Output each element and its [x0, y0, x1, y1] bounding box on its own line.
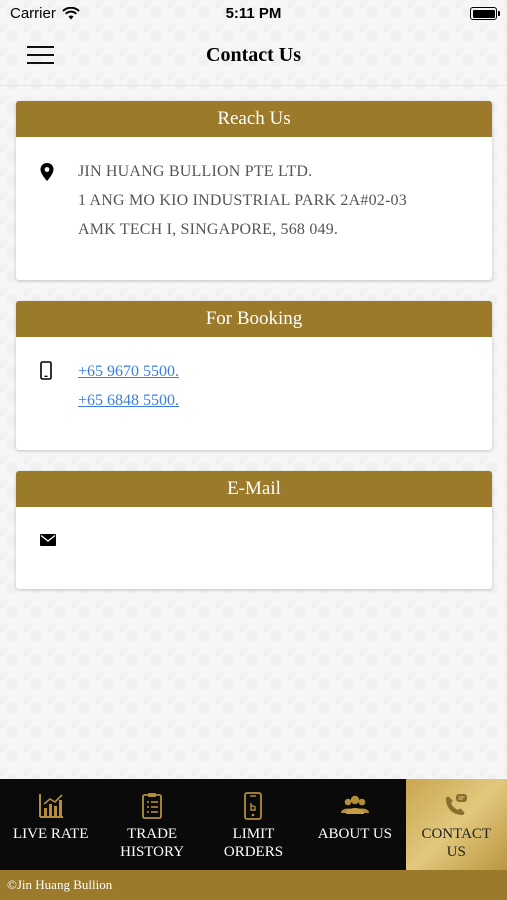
bar-chart-icon [38, 794, 63, 818]
tab-trade-history-label-2: HISTORY [120, 844, 185, 860]
tab-about-us[interactable]: ABOUT US [304, 779, 405, 870]
tab-live-rate[interactable]: LIVE RATE [0, 779, 101, 870]
reach-us-card: Reach Us JIN HUANG BULLION PTE LTD. 1 AN… [16, 101, 492, 280]
address-line-1: JIN HUANG BULLION PTE LTD. [78, 163, 313, 180]
tab-contact-us[interactable]: CONTACT US [405, 779, 507, 870]
address-line-3: AMK TECH I, SINGAPORE, 568 049. [78, 221, 339, 238]
tab-limit-orders[interactable]: LIMIT ORDERS [203, 779, 304, 870]
clock: 5:11 PM [225, 5, 282, 22]
people-icon [340, 795, 369, 814]
phone-link-1[interactable]: +65 9670 5500. [78, 363, 179, 381]
tab-about-us-label-1: ABOUT US [317, 826, 393, 842]
phone-link-2[interactable]: +65 6848 5500. [78, 392, 179, 410]
tab-limit-orders-label-1: LIMIT [232, 826, 275, 842]
tab-limit-orders-label-2: ORDERS [223, 844, 284, 860]
app-header: Contact Us [0, 30, 507, 86]
booking-header: For Booking [16, 301, 492, 337]
tab-contact-us-label-1: CONTACT [421, 826, 492, 842]
clipboard-list-icon [142, 793, 162, 819]
phone-order-icon [244, 792, 263, 820]
envelope-icon [40, 534, 56, 546]
contact-phone-icon [446, 794, 468, 815]
reach-us-header: Reach Us [16, 101, 492, 137]
email-header: E-Mail [16, 471, 492, 507]
bottom-tab-bar: LIVE RATE TRADE HISTORY LIMIT ORDERS ABO… [0, 779, 507, 870]
location-pin-icon [40, 163, 54, 181]
address-line-2: 1 ANG MO KIO INDUSTRIAL PARK 2A#02-03 [78, 192, 407, 209]
booking-card: For Booking +65 9670 5500. +65 6848 5500… [16, 301, 492, 450]
email-card: E-Mail [16, 471, 492, 589]
status-bar: Carrier 5:11 PM [0, 0, 507, 30]
page-title: Contact Us [206, 44, 301, 66]
copyright-footer: ©Jin Huang Bullion [0, 870, 507, 900]
battery-icon [470, 7, 500, 20]
tab-trade-history-label-1: TRADE [127, 826, 178, 842]
mobile-phone-icon [40, 361, 52, 380]
tab-contact-us-label-2: US [446, 844, 466, 860]
tab-trade-history[interactable]: TRADE HISTORY [101, 779, 202, 870]
tab-live-rate-label-1: LIVE RATE [12, 826, 89, 842]
